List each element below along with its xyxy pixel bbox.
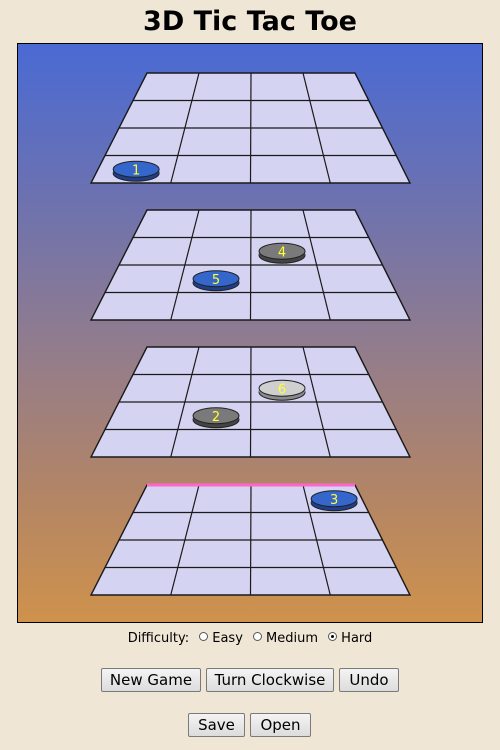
game-piece[interactable]: 4 xyxy=(258,242,306,264)
difficulty-option-medium[interactable]: Medium xyxy=(253,631,318,646)
difficulty-option-hard[interactable]: Hard xyxy=(328,631,372,646)
board-canvas[interactable]: 1 4 5 6 2 3 xyxy=(18,44,482,622)
difficulty-option-label: Easy xyxy=(212,631,243,646)
game-title: 3D Tic Tac Toe xyxy=(143,6,357,37)
piece-number: 6 xyxy=(278,382,286,397)
grid-col-line xyxy=(249,346,252,458)
new-game-button[interactable]: New Game xyxy=(101,668,201,692)
game-piece[interactable]: 5 xyxy=(192,270,240,292)
game-piece[interactable]: 2 xyxy=(192,407,240,429)
difficulty-option-label: Hard xyxy=(341,631,373,646)
piece-number: 1 xyxy=(132,163,140,178)
grid-col-line xyxy=(249,209,252,321)
game-board[interactable]: 1 4 5 6 2 3 xyxy=(17,43,483,623)
grid-col-line xyxy=(249,72,252,184)
piece-number: 5 xyxy=(212,273,220,288)
turn-clockwise-button[interactable]: Turn Clockwise xyxy=(206,668,334,692)
piece-number: 4 xyxy=(278,245,286,260)
difficulty-option-easy[interactable]: Easy xyxy=(199,631,243,646)
difficulty-label: Difficulty: xyxy=(127,631,190,646)
game-piece[interactable]: 6 xyxy=(258,379,306,401)
game-piece[interactable]: 1 xyxy=(112,160,160,182)
piece-number: 2 xyxy=(212,410,220,425)
radio-easy[interactable] xyxy=(199,632,209,641)
open-button[interactable]: Open xyxy=(250,713,311,737)
save-button[interactable]: Save xyxy=(188,713,245,737)
grid-col-line xyxy=(249,484,252,596)
difficulty-selector: Difficulty: Easy Medium Hard xyxy=(0,631,500,646)
game-piece[interactable]: 3 xyxy=(310,490,358,512)
piece-number: 3 xyxy=(330,493,338,508)
difficulty-option-label: Medium xyxy=(266,631,319,646)
undo-button[interactable]: Undo xyxy=(339,668,399,692)
radio-medium[interactable] xyxy=(253,632,263,641)
radio-hard[interactable] xyxy=(328,632,338,641)
